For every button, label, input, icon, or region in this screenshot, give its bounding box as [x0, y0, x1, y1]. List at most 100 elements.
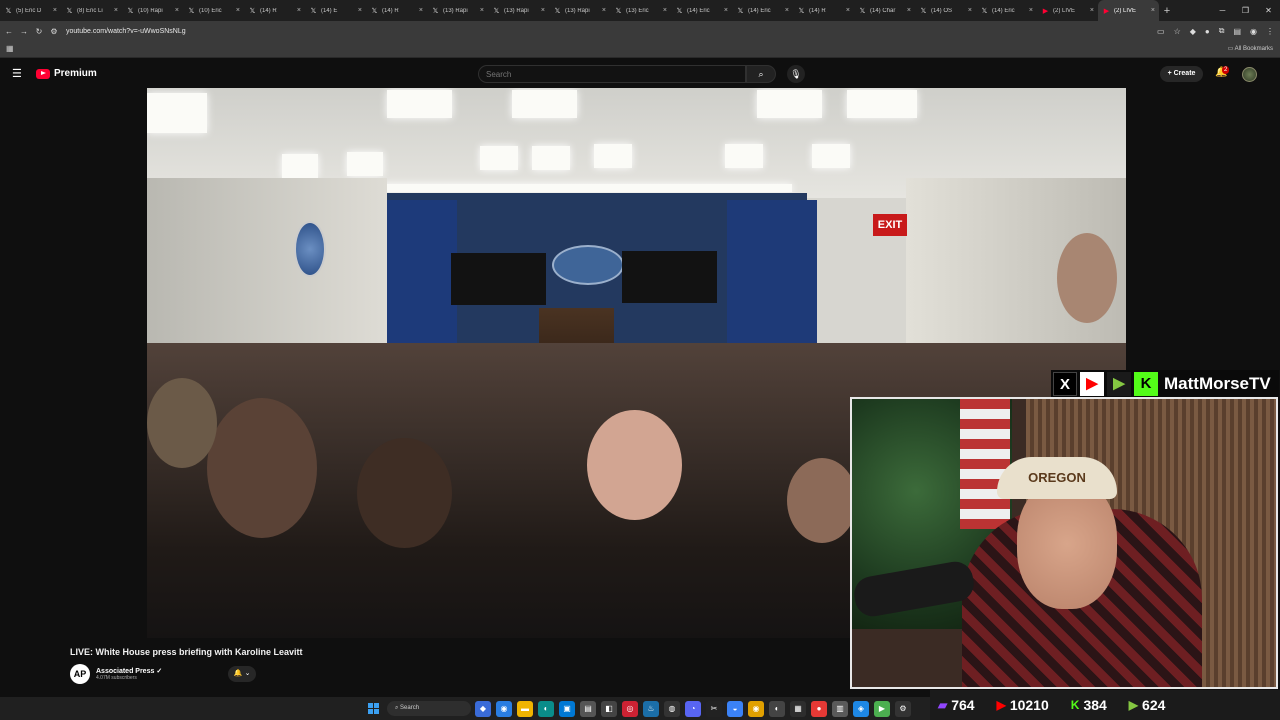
- window-controls: ─ ❐ ✕: [1211, 0, 1280, 21]
- close-tab-icon[interactable]: ×: [602, 7, 606, 14]
- browser-tab[interactable]: 𝕏 (14) R ×: [793, 0, 854, 21]
- file-explorer-icon[interactable]: ▬: [517, 700, 533, 717]
- browser-tab[interactable]: 𝕏 (14) Eric ×: [732, 0, 793, 21]
- close-tab-icon[interactable]: ×: [358, 7, 362, 14]
- x-icon: 𝕏: [493, 7, 500, 15]
- settings-icon[interactable]: ⚙: [895, 700, 911, 717]
- app-icon[interactable]: ◐: [769, 700, 785, 717]
- subscription-bell-button[interactable]: 🔔 ⌄: [228, 666, 257, 682]
- close-tab-icon[interactable]: ×: [968, 7, 972, 14]
- site-info-icon[interactable]: ⚙: [48, 27, 60, 36]
- browser-tab[interactable]: 𝕏 (10) Rapi ×: [122, 0, 183, 21]
- voice-search-button[interactable]: 🎙: [787, 65, 805, 83]
- browser-tab[interactable]: 𝕏 (8) Eric Li ×: [61, 0, 122, 21]
- chrome-app-icon[interactable]: ◉: [496, 700, 512, 717]
- create-button[interactable]: + Create: [1160, 66, 1203, 82]
- reload-icon[interactable]: ↻: [33, 27, 45, 36]
- search-button[interactable]: ⌕: [746, 65, 776, 83]
- close-tab-icon[interactable]: ×: [1029, 7, 1033, 14]
- close-window-button[interactable]: ✕: [1257, 0, 1280, 21]
- extension-icon[interactable]: ◆: [1190, 27, 1196, 36]
- browser-tab[interactable]: 𝕏 (13) Eric ×: [610, 0, 671, 21]
- search-icon: ⌕: [395, 705, 399, 711]
- close-tab-icon[interactable]: ×: [663, 7, 667, 14]
- browser-tab[interactable]: ▶ (2) LIVE ×: [1037, 0, 1098, 21]
- x-icon: 𝕏: [981, 7, 988, 15]
- close-tab-icon[interactable]: ×: [236, 7, 240, 14]
- photos-icon[interactable]: ◧: [601, 700, 617, 717]
- close-tab-icon[interactable]: ×: [1151, 7, 1155, 14]
- steam-icon[interactable]: ♨: [643, 700, 659, 717]
- app-icon[interactable]: ▦: [790, 700, 806, 717]
- channel-avatar[interactable]: AP: [70, 664, 90, 684]
- close-tab-icon[interactable]: ×: [297, 7, 301, 14]
- extensions-puzzle-icon[interactable]: ⧉: [1219, 26, 1225, 36]
- browser-tab[interactable]: 𝕏 (13) Rapi ×: [549, 0, 610, 21]
- browser-tab[interactable]: 𝕏 (14) Eric ×: [671, 0, 732, 21]
- maximize-button[interactable]: ❐: [1234, 0, 1257, 21]
- close-tab-icon[interactable]: ×: [541, 7, 545, 14]
- sidebar-icon[interactable]: ▤: [1233, 27, 1241, 36]
- browser-tab[interactable]: 𝕏 (5) Eric D ×: [0, 0, 61, 21]
- youtube-logo[interactable]: Premium: [36, 68, 97, 79]
- x-logo-icon: X: [1053, 371, 1077, 396]
- close-tab-icon[interactable]: ×: [785, 7, 789, 14]
- star-icon[interactable]: ☆: [1174, 27, 1181, 36]
- all-bookmarks-button[interactable]: ▭ All Bookmarks: [1228, 45, 1273, 52]
- capcut-icon[interactable]: ✂: [706, 700, 722, 717]
- channel-name[interactable]: Associated Press ✓: [96, 667, 162, 675]
- forward-icon[interactable]: →: [18, 27, 30, 36]
- back-icon[interactable]: ←: [3, 27, 15, 36]
- browser-icon[interactable]: ◉: [748, 700, 764, 717]
- new-tab-button[interactable]: +: [1159, 5, 1175, 17]
- app-icon[interactable]: ◈: [853, 700, 869, 717]
- close-tab-icon[interactable]: ×: [114, 7, 118, 14]
- rumble-icon[interactable]: ▶: [874, 700, 890, 717]
- browser-toolbar-icons: ▭ ☆ ◆ ● ⧉ ▤ ◉ ⋮: [1157, 21, 1274, 41]
- browser-tab[interactable]: 𝕏 (14) Char ×: [854, 0, 915, 21]
- viewer-count: 624: [1142, 697, 1166, 713]
- copilot-icon[interactable]: ◆: [475, 700, 491, 717]
- browser-tab[interactable]: 𝕏 (13) Rapi ×: [427, 0, 488, 21]
- browser-tab[interactable]: 𝕏 (14) E ×: [305, 0, 366, 21]
- apps-grid-icon[interactable]: ▦: [6, 44, 14, 53]
- store-icon[interactable]: ▣: [559, 700, 575, 717]
- notepad-icon[interactable]: ▤: [580, 700, 596, 717]
- obs-icon[interactable]: ◍: [664, 700, 680, 717]
- close-tab-icon[interactable]: ×: [175, 7, 179, 14]
- browser-tab[interactable]: 𝕏 (14) R ×: [244, 0, 305, 21]
- browser-tab[interactable]: 𝕏 (14) OS ×: [915, 0, 976, 21]
- browser-tab-bar: 𝕏 (5) Eric D × 𝕏 (8) Eric Li × 𝕏 (10) Rapi × 𝕏 (10…: [0, 0, 1280, 21]
- url-field[interactable]: youtube.com/watch?v=-uWwoSNsNLg: [66, 28, 186, 35]
- tab-title: (5) Eric D: [16, 7, 42, 14]
- browser-tab[interactable]: 𝕏 (10) Eric ×: [183, 0, 244, 21]
- discord-icon[interactable]: ◔: [685, 700, 701, 717]
- edge-icon[interactable]: ◐: [538, 700, 554, 717]
- app-icon[interactable]: ◒: [727, 700, 743, 717]
- profile-icon[interactable]: ◉: [1250, 27, 1257, 36]
- close-tab-icon[interactable]: ×: [419, 7, 423, 14]
- app-icon[interactable]: ▥: [832, 700, 848, 717]
- windows-start-icon[interactable]: [368, 703, 379, 714]
- record-icon[interactable]: ●: [811, 700, 827, 717]
- hamburger-menu-icon[interactable]: ☰: [12, 67, 22, 80]
- minimize-button[interactable]: ─: [1211, 0, 1234, 21]
- close-tab-icon[interactable]: ×: [1090, 7, 1094, 14]
- extension-icon[interactable]: ●: [1205, 27, 1210, 36]
- close-tab-icon[interactable]: ×: [724, 7, 728, 14]
- browser-tab[interactable]: ▶ (2) LIVE ×: [1098, 0, 1159, 21]
- browser-tab[interactable]: 𝕏 (13) Rapi ×: [488, 0, 549, 21]
- ceiling-light: [147, 93, 207, 133]
- close-tab-icon[interactable]: ×: [907, 7, 911, 14]
- close-tab-icon[interactable]: ×: [846, 7, 850, 14]
- avatar[interactable]: [1242, 67, 1257, 82]
- chrome-icon[interactable]: ◎: [622, 700, 638, 717]
- more-menu-icon[interactable]: ⋮: [1266, 27, 1274, 36]
- cast-icon[interactable]: ▭: [1157, 27, 1165, 36]
- close-tab-icon[interactable]: ×: [53, 7, 57, 14]
- search-input[interactable]: [478, 65, 746, 83]
- browser-tab[interactable]: 𝕏 (14) R ×: [366, 0, 427, 21]
- taskbar-search[interactable]: ⌕ Search: [387, 701, 471, 716]
- close-tab-icon[interactable]: ×: [480, 7, 484, 14]
- browser-tab[interactable]: 𝕏 (14) Eric ×: [976, 0, 1037, 21]
